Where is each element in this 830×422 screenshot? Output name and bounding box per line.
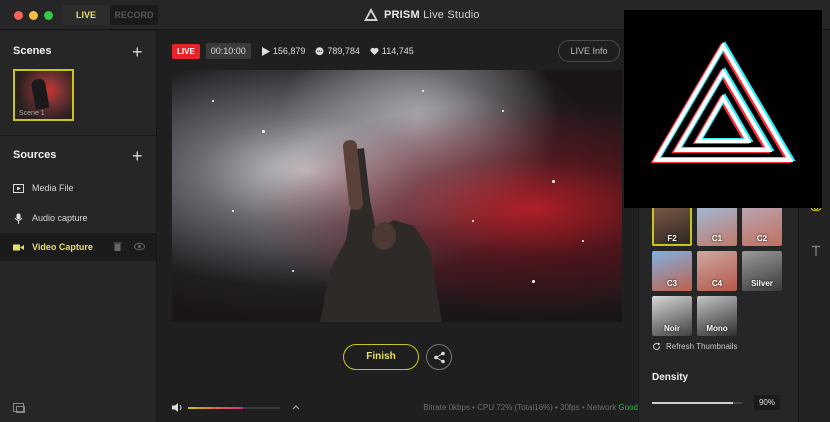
scene-thumbnail[interactable]: Scene 1 — [13, 69, 74, 121]
likes-count: 114,745 — [381, 46, 414, 56]
triangle-logo-icon — [650, 41, 796, 163]
collapse-panel-icon[interactable] — [13, 403, 25, 413]
share-icon — [434, 351, 445, 364]
scene-preview-figure — [30, 78, 50, 110]
stream-stats-bar: LIVE 00:10:00 156,879 789,784 114,745 — [172, 42, 414, 60]
views-stat: 156,879 — [261, 46, 306, 56]
play-icon — [261, 46, 270, 56]
trash-icon[interactable] — [113, 242, 122, 251]
prism-brand-logo-overlay — [624, 10, 822, 208]
source-label: Media File — [32, 183, 74, 193]
filter-label: C1 — [711, 234, 723, 243]
refresh-icon — [653, 342, 661, 350]
text-icon[interactable] — [810, 245, 822, 257]
media-file-icon — [13, 183, 24, 193]
filter-tile-f2[interactable]: F2 — [652, 206, 692, 246]
source-item-media-file[interactable]: Media File — [0, 174, 156, 202]
volume-slider[interactable] — [188, 407, 280, 409]
app-title: PRISM Live Studio — [364, 8, 480, 21]
filter-tile-c4[interactable]: C4 — [697, 251, 737, 291]
volume-level — [188, 407, 244, 409]
density-level — [652, 402, 733, 404]
filter-tile-c1[interactable]: C1 — [697, 206, 737, 246]
speaker-icon[interactable] — [172, 402, 183, 413]
filter-tile-noir[interactable]: Noir — [652, 296, 692, 336]
live-info-button[interactable]: LIVE Info — [558, 40, 620, 62]
filter-label: C3 — [666, 279, 678, 288]
filter-label: Silver — [751, 279, 773, 288]
microphone-icon — [14, 213, 23, 224]
bottom-bar: Bitrate 0kbps • CPU 72% (Total16%) • 30f… — [158, 394, 638, 422]
density-slider[interactable] — [652, 402, 742, 404]
filter-label: Noir — [664, 324, 680, 333]
filter-tile-c2[interactable]: C2 — [742, 206, 782, 246]
add-scene-button[interactable]: + — [132, 43, 143, 61]
performer-silhouette — [320, 140, 442, 322]
finish-button[interactable]: Finish — [343, 344, 419, 370]
add-source-button[interactable]: + — [132, 147, 143, 165]
eye-icon[interactable] — [134, 242, 145, 251]
share-button[interactable] — [426, 344, 452, 370]
filter-label: C2 — [756, 234, 768, 243]
density-title: Density — [652, 372, 689, 383]
heart-icon — [370, 47, 379, 55]
prism-logo-icon — [364, 8, 378, 21]
zoom-window-button[interactable] — [44, 11, 53, 20]
status-line: Bitrate 0kbps • CPU 72% (Total16%) • 30f… — [423, 403, 638, 412]
filter-label: F2 — [667, 234, 677, 243]
minimize-window-button[interactable] — [29, 11, 38, 20]
left-sidebar: Scenes + Scene 1 Sources + Media File Au… — [0, 31, 157, 422]
chevron-up-icon[interactable] — [291, 402, 301, 412]
app-name-rest: Live Studio — [423, 8, 480, 21]
likes-stat: 114,745 — [370, 46, 414, 56]
scenes-title: Scenes — [13, 45, 52, 57]
network-status: Good — [618, 403, 638, 412]
filter-tile-mono[interactable]: Mono — [697, 296, 737, 336]
comment-icon — [315, 46, 324, 55]
tab-live[interactable]: LIVE — [62, 5, 110, 25]
source-label: Video Capture — [32, 242, 93, 252]
source-item-audio-capture[interactable]: Audio capture — [0, 204, 156, 232]
density-value[interactable]: 90% — [754, 395, 780, 410]
comments-stat: 789,784 — [315, 46, 360, 56]
source-item-video-capture[interactable]: Video Capture — [0, 233, 156, 261]
filter-tile-silver[interactable]: Silver — [742, 251, 782, 291]
filter-label: C4 — [711, 279, 723, 288]
scene-label: Scene 1 — [19, 110, 45, 117]
filter-label: Mono — [706, 324, 728, 333]
refresh-label: Refresh Thumbnails — [666, 342, 738, 351]
close-window-button[interactable] — [14, 11, 23, 20]
video-camera-icon — [13, 244, 24, 250]
status-metrics: Bitrate 0kbps • CPU 72% (Total16%) • 30f… — [423, 403, 619, 412]
live-badge: LIVE — [172, 43, 200, 59]
stream-preview — [172, 70, 622, 322]
refresh-thumbnails-button[interactable]: Refresh Thumbnails — [652, 342, 737, 351]
views-count: 156,879 — [272, 46, 306, 56]
app-name-bold: PRISM — [384, 8, 420, 21]
stream-timer: 00:10:00 — [205, 43, 251, 59]
sidebar-divider — [0, 135, 156, 136]
mode-tabs: LIVE RECORD — [62, 5, 158, 25]
comments-count: 789,784 — [327, 46, 360, 56]
filter-tile-c3[interactable]: C3 — [652, 251, 692, 291]
tab-record[interactable]: RECORD — [110, 5, 158, 25]
source-label: Audio capture — [32, 213, 88, 223]
sources-title: Sources — [13, 149, 57, 161]
